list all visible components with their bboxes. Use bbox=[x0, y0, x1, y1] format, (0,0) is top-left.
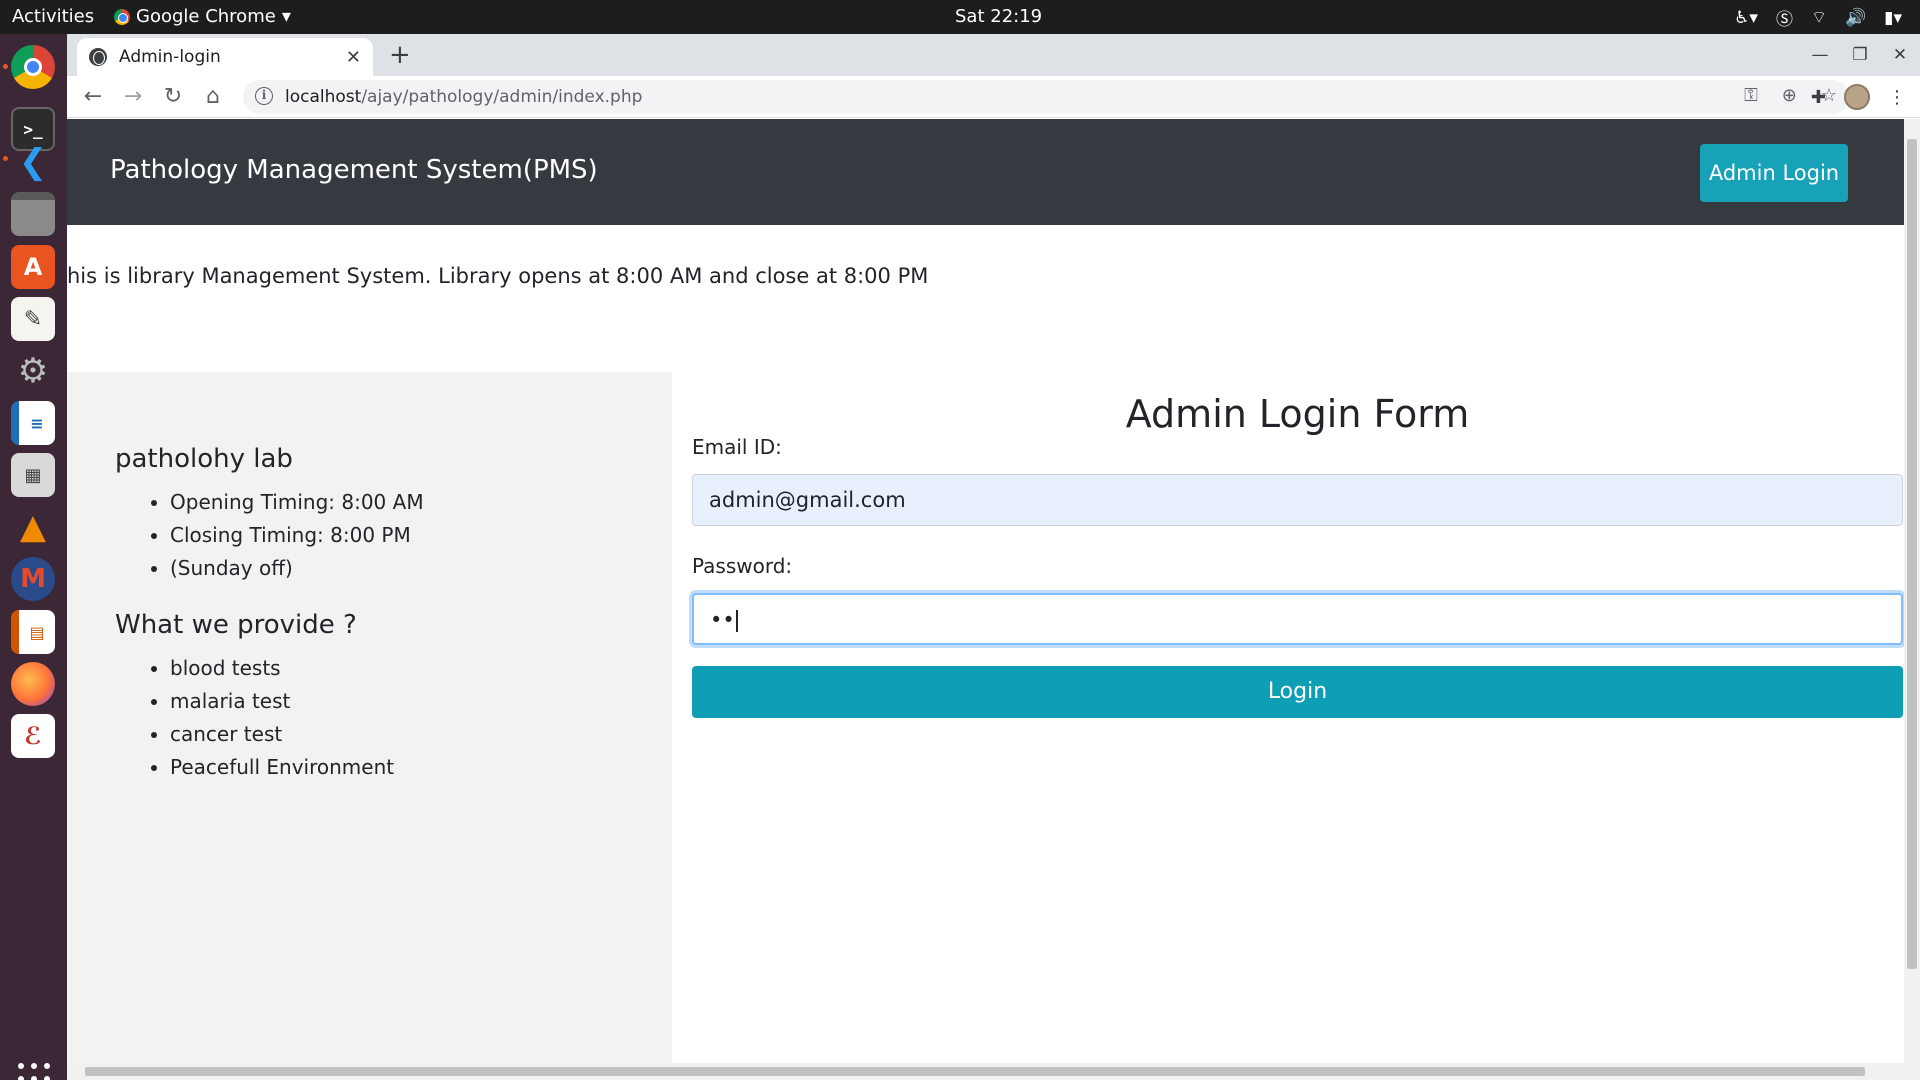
scrollbar-thumb[interactable] bbox=[1907, 139, 1917, 969]
email-label: Email ID: bbox=[692, 435, 782, 459]
key-icon[interactable]: ⚿ bbox=[1744, 85, 1758, 106]
vertical-scrollbar[interactable] bbox=[1904, 119, 1920, 1063]
accessibility-icon[interactable]: ♿▾ bbox=[1734, 8, 1758, 28]
home-icon[interactable]: ⌂ bbox=[199, 83, 227, 111]
tab-admin-login[interactable]: Admin-login ✕ bbox=[77, 38, 373, 76]
document-viewer-icon[interactable]: ℰ bbox=[11, 714, 55, 758]
list-item: cancer test bbox=[170, 718, 394, 751]
url-text: localhost/ajay/pathology/admin/index.php bbox=[285, 87, 642, 107]
text-editor-icon[interactable]: ✎ bbox=[11, 297, 55, 341]
activities-button[interactable]: Activities bbox=[12, 6, 94, 27]
lab-timing-list: Opening Timing: 8:00 AM Closing Timing: … bbox=[170, 486, 424, 585]
site-brand[interactable]: Pathology Management System(PMS) bbox=[110, 155, 598, 185]
extensions-icon[interactable]: ✚ bbox=[1811, 87, 1826, 108]
skype-icon[interactable]: Ⓢ bbox=[1776, 5, 1793, 30]
globe-icon bbox=[89, 48, 107, 66]
software-store-icon[interactable]: A bbox=[11, 245, 55, 289]
app-menu[interactable]: Google Chrome ▾ bbox=[114, 6, 291, 27]
minimize-icon[interactable]: — bbox=[1800, 34, 1840, 76]
close-window-icon[interactable]: ✕ bbox=[1880, 34, 1920, 76]
form-title: Admin Login Form bbox=[1125, 392, 1470, 436]
address-bar[interactable]: i localhost/ajay/pathology/admin/index.p… bbox=[243, 80, 1849, 114]
moodle-icon[interactable]: M bbox=[11, 557, 55, 601]
system-top-bar: Activities Google Chrome ▾ Sat 22:19 ♿▾ … bbox=[0, 0, 1920, 34]
menu-kebab-icon[interactable]: ⋮ bbox=[1888, 87, 1906, 108]
list-item: Closing Timing: 8:00 PM bbox=[170, 519, 424, 552]
show-applications-icon[interactable] bbox=[18, 1063, 50, 1080]
list-item: Peacefull Environment bbox=[170, 751, 394, 784]
list-item: (Sunday off) bbox=[170, 552, 424, 585]
horizontal-scrollbar[interactable] bbox=[67, 1063, 1920, 1080]
lab-heading: patholohy lab bbox=[115, 444, 293, 474]
provide-heading: What we provide ? bbox=[115, 610, 357, 640]
scrollbar-thumb[interactable] bbox=[85, 1067, 1865, 1076]
vlc-icon[interactable]: ▲ bbox=[11, 505, 55, 549]
info-sidebar: patholohy lab Opening Timing: 8:00 AM Cl… bbox=[67, 372, 672, 1063]
writer-icon[interactable]: ≡ bbox=[11, 401, 55, 445]
close-tab-icon[interactable]: ✕ bbox=[346, 47, 361, 68]
url-host: localhost bbox=[285, 87, 362, 107]
forward-icon[interactable]: → bbox=[119, 83, 147, 111]
url-path: /ajay/pathology/admin/index.php bbox=[361, 87, 643, 107]
volume-icon[interactable]: 🔊 bbox=[1845, 8, 1866, 28]
password-label: Password: bbox=[692, 554, 793, 578]
list-item: blood tests bbox=[170, 652, 394, 685]
new-tab-button[interactable]: + bbox=[389, 40, 411, 70]
running-indicator bbox=[3, 156, 8, 161]
login-button[interactable]: Login bbox=[692, 666, 1903, 718]
list-item: Opening Timing: 8:00 AM bbox=[170, 486, 424, 519]
clock[interactable]: Sat 22:19 bbox=[955, 6, 1042, 27]
window-controls: — ❐ ✕ bbox=[1800, 34, 1920, 76]
services-list: blood tests malaria test cancer test Pea… bbox=[170, 652, 394, 784]
battery-icon[interactable]: ▮▾ bbox=[1884, 8, 1902, 28]
back-icon[interactable]: ← bbox=[79, 83, 107, 111]
firefox-icon[interactable] bbox=[11, 662, 55, 706]
dock: >_ ❮ A ✎ ⚙ ≡ ▦ ▲ M ▤ ℰ bbox=[0, 34, 67, 1080]
system-tray[interactable]: ♿▾ Ⓢ ⌔ 🔊 ▮▾ bbox=[1734, 5, 1902, 31]
reload-icon[interactable]: ↻ bbox=[159, 83, 187, 111]
marquee-notice: his is library Management System. Librar… bbox=[67, 264, 929, 288]
admin-login-nav-button[interactable]: Admin Login bbox=[1700, 144, 1848, 202]
chevron-down-icon: ▾ bbox=[281, 6, 291, 27]
tab-title: Admin-login bbox=[119, 47, 221, 67]
toolbar-actions: ✚ ⋮ bbox=[1811, 84, 1906, 110]
tab-strip: Admin-login ✕ + — ❐ ✕ bbox=[67, 34, 1920, 76]
browser-toolbar: ← → ↻ ⌂ i localhost/ajay/pathology/admin… bbox=[67, 76, 1920, 118]
password-value: •• bbox=[710, 608, 735, 632]
calculator-icon[interactable]: ▦ bbox=[11, 453, 55, 497]
email-field[interactable]: admin@gmail.com bbox=[692, 474, 1903, 526]
page-viewport: Pathology Management System(PMS) Admin L… bbox=[67, 119, 1904, 1063]
list-item: malaria test bbox=[170, 685, 394, 718]
impress-icon[interactable]: ▤ bbox=[11, 610, 55, 654]
profile-avatar[interactable] bbox=[1844, 84, 1870, 110]
settings-icon[interactable]: ⚙ bbox=[11, 349, 55, 393]
running-indicator bbox=[3, 64, 8, 69]
site-navbar: Pathology Management System(PMS) Admin L… bbox=[67, 119, 1904, 225]
info-icon[interactable]: i bbox=[255, 87, 273, 105]
password-field[interactable]: •• bbox=[692, 593, 1903, 645]
files-icon[interactable] bbox=[11, 192, 55, 236]
browser-window: Admin-login ✕ + — ❐ ✕ ← → ↻ ⌂ i localhos… bbox=[67, 34, 1920, 1080]
restore-icon[interactable]: ❐ bbox=[1840, 34, 1880, 76]
vscode-icon[interactable]: ❮ bbox=[11, 140, 55, 184]
zoom-icon[interactable]: ⊕ bbox=[1782, 85, 1797, 106]
chrome-icon bbox=[114, 8, 130, 25]
chrome-icon[interactable] bbox=[11, 45, 55, 89]
wifi-icon[interactable]: ⌔ bbox=[1811, 7, 1827, 28]
text-caret bbox=[735, 610, 738, 632]
app-menu-label: Google Chrome bbox=[136, 6, 276, 27]
